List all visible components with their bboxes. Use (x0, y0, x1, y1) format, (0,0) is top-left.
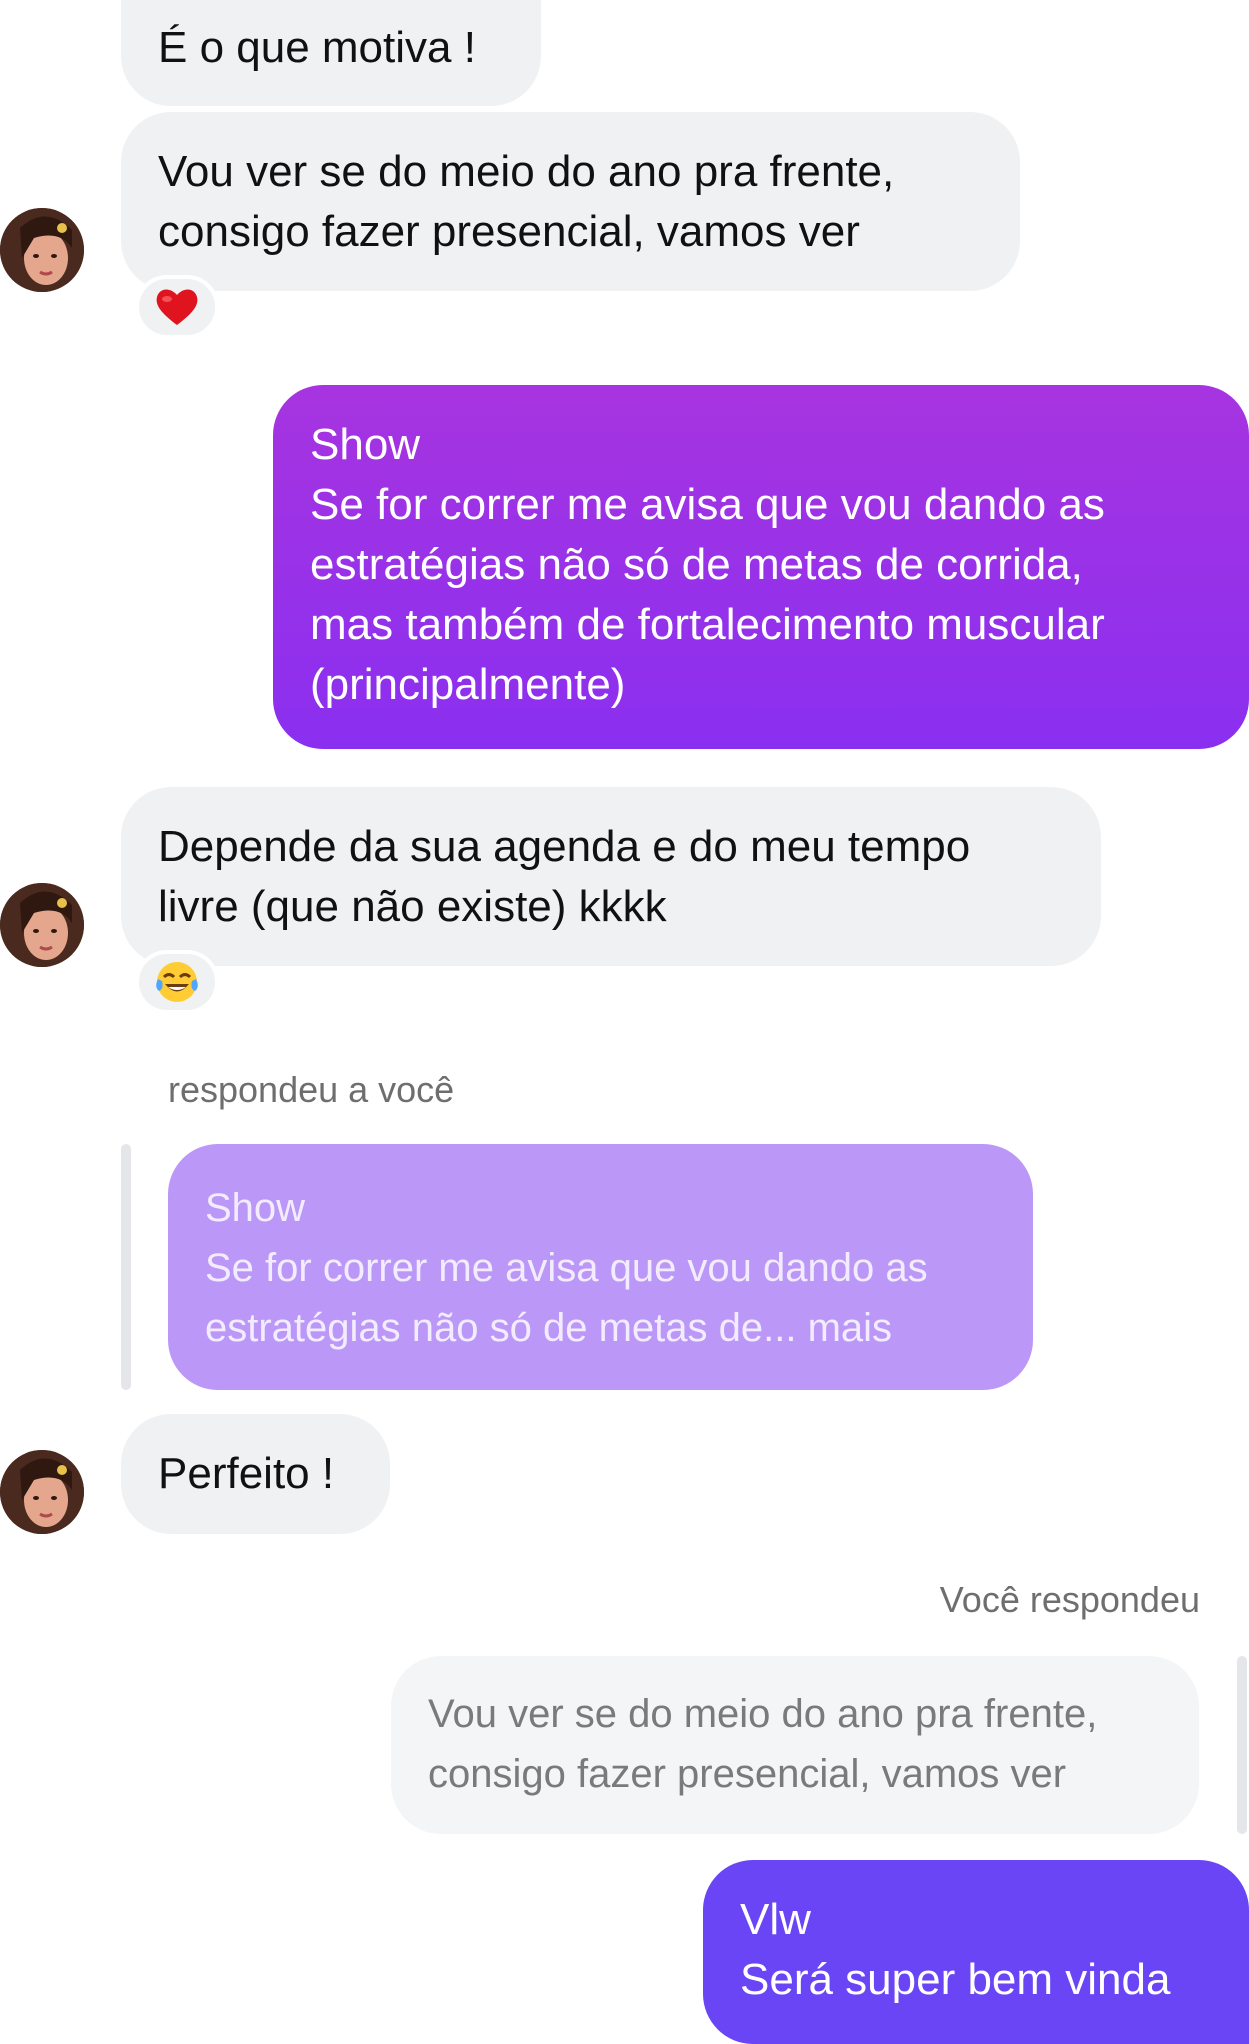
contact-avatar[interactable] (0, 883, 84, 967)
reply-indicator-bar (1237, 1656, 1247, 1834)
message-bubble-incoming[interactable]: Perfeito ! (121, 1414, 390, 1534)
message-bubble-outgoing[interactable]: Vlw Será super bem vinda (703, 1860, 1249, 2044)
avatar-image (0, 883, 84, 967)
contact-avatar[interactable] (0, 208, 84, 292)
reply-context-label: respondeu a você (168, 1069, 455, 1110)
message-reaction[interactable] (135, 275, 219, 339)
reply-context-label: Você respondeu (939, 1579, 1200, 1620)
avatar-image (0, 208, 84, 292)
tears-of-joy-emoji-icon (156, 962, 198, 1002)
avatar-image (0, 1450, 84, 1534)
message-reaction[interactable] (135, 950, 219, 1014)
message-bubble-incoming[interactable]: Depende da sua agenda e do meu tempo liv… (121, 787, 1101, 966)
quoted-message[interactable]: Vou ver se do meio do ano pra frente, co… (391, 1656, 1199, 1834)
message-bubble-outgoing[interactable]: Show Se for correr me avisa que vou dand… (273, 385, 1249, 749)
reply-indicator-bar (121, 1144, 131, 1390)
contact-avatar[interactable] (0, 1450, 84, 1534)
quoted-message[interactable]: Show Se for correr me avisa que vou dand… (168, 1144, 1033, 1390)
heart-emoji-icon (156, 289, 198, 325)
message-bubble-incoming[interactable]: É o que motiva ! (121, 0, 541, 106)
message-bubble-incoming[interactable]: Vou ver se do meio do ano pra frente, co… (121, 112, 1020, 291)
